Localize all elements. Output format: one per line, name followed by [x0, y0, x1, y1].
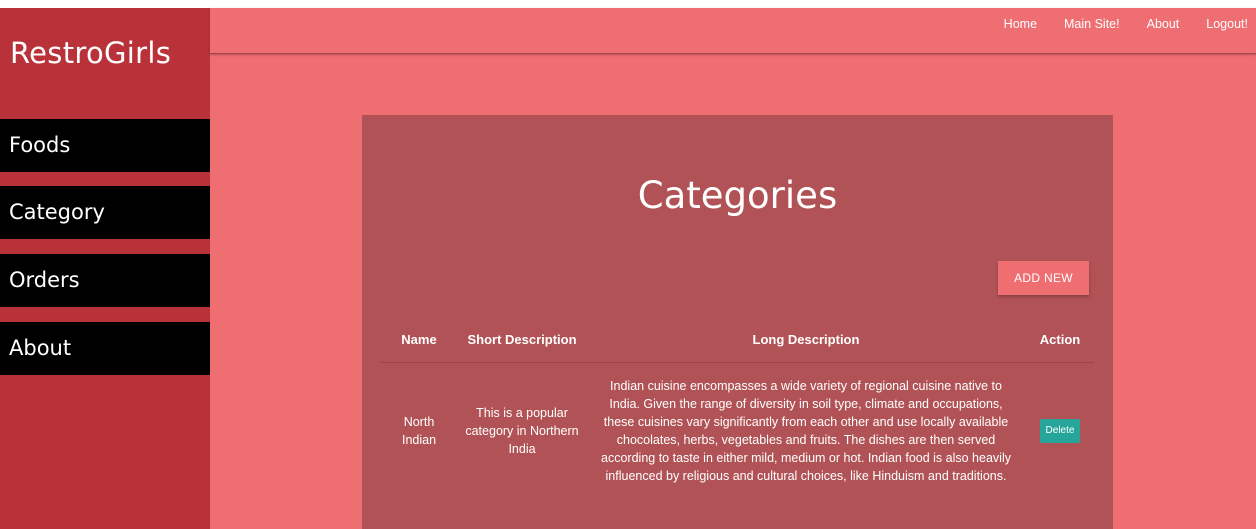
main-area: Home Main Site! About Logout! Categories… [210, 8, 1256, 529]
add-new-button[interactable]: ADD NEW [998, 261, 1089, 295]
categories-table: Name Short Description Long Description … [380, 318, 1094, 485]
sidebar-item-orders[interactable]: Orders [0, 254, 210, 307]
categories-panel: Categories ADD NEW Name Short Descriptio… [362, 115, 1113, 529]
table-header-row: Name Short Description Long Description … [380, 318, 1094, 363]
sidebar: RestroGirls Foods Category Orders About [0, 8, 210, 529]
sidebar-item-about[interactable]: About [0, 322, 210, 375]
page-title: Categories [637, 174, 838, 217]
sidebar-item-foods[interactable]: Foods [0, 119, 210, 172]
cell-action: Delete [1026, 362, 1094, 485]
column-header-name: Name [380, 318, 458, 363]
delete-button[interactable]: Delete [1039, 418, 1081, 443]
sidebar-item-category[interactable]: Category [0, 186, 210, 239]
table-row: North Indian This is a popular category … [380, 362, 1094, 485]
cell-name: North Indian [401, 414, 437, 447]
nav-link-about[interactable]: About [1147, 17, 1180, 31]
column-header-action: Action [1026, 318, 1094, 363]
top-nav-links: Home Main Site! About Logout! [977, 17, 1248, 31]
nav-link-main-site[interactable]: Main Site! [1064, 17, 1120, 31]
cell-short-description: This is a popular category in Northern I… [465, 405, 579, 456]
nav-link-home[interactable]: Home [1004, 17, 1037, 31]
column-header-long-description: Long Description [586, 318, 1026, 363]
brand-logo[interactable]: RestroGirls [10, 36, 171, 70]
nav-link-logout[interactable]: Logout! [1206, 17, 1248, 31]
cell-long-description: Indian cuisine encompasses a wide variet… [601, 378, 1011, 483]
top-navbar: Home Main Site! About Logout! [210, 8, 1256, 54]
column-header-short-description: Short Description [458, 318, 586, 363]
